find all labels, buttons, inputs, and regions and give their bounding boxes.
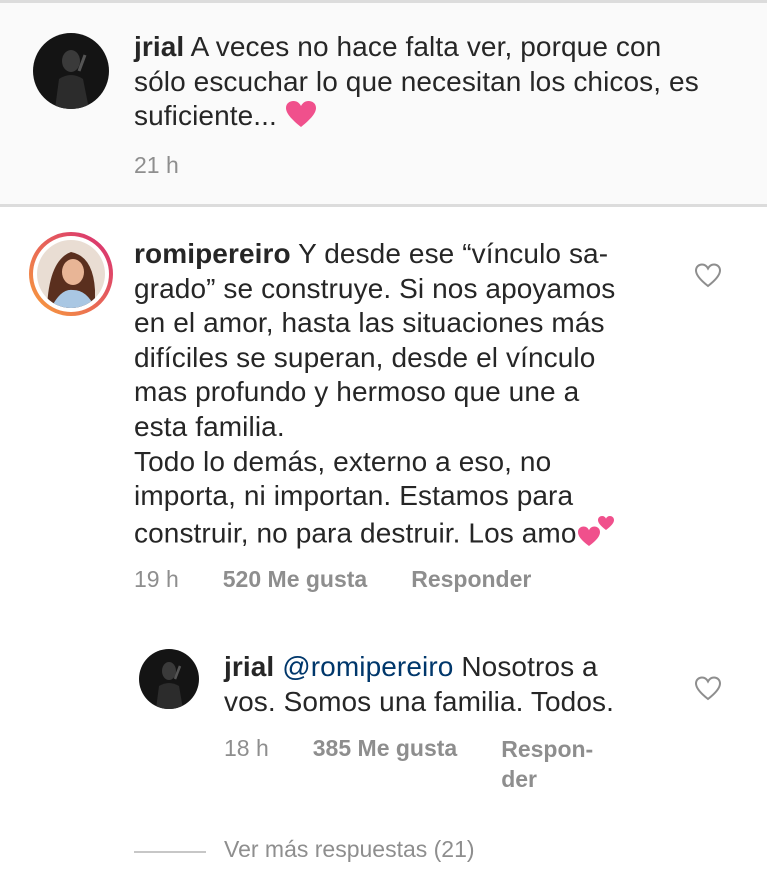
comment-time: 18 h [224, 735, 269, 761]
comment-jrial: jrial A veces no hace falta ver, porque … [134, 30, 704, 136]
top-divider [0, 0, 767, 3]
comment-meta: 19 h 520 Me gusta Responder [134, 566, 531, 593]
comment-username[interactable]: jrial [224, 651, 274, 682]
pink-heart-icon [285, 100, 317, 137]
comment-line: Todo lo demás, externo a eso, no [134, 445, 552, 477]
like-heart-icon[interactable] [694, 675, 722, 701]
reply-label-line: Respon- [501, 736, 594, 762]
comment-line: difíciles se superan, desde el vínculo [134, 341, 596, 373]
reply-button[interactable]: Responder [411, 566, 531, 593]
comment-line: grado” se construye. Si nos apoyamos [134, 272, 616, 304]
comment-username[interactable]: romipereiro [134, 238, 291, 269]
comment-romipereiro: romipereiro Y desde ese “vínculo sa- gra… [134, 237, 694, 556]
comment-line: esta familia. [134, 410, 285, 442]
comment-meta: 18 h 385 Me gusta Respon- der [224, 735, 593, 794]
comment-meta: 21 h [134, 152, 179, 179]
likes-count-button[interactable]: 520 Me gusta [223, 566, 367, 593]
comment-time: 19 h [134, 566, 179, 592]
comment-line: en el amor, hasta las situaciones más [134, 307, 605, 339]
comment-line: vos. Somos una familia. Todos. [224, 685, 615, 717]
comment-username[interactable]: jrial [134, 31, 184, 62]
reply-button[interactable]: Respon- der [501, 734, 593, 794]
avatar-story-ring[interactable] [29, 232, 113, 316]
comment-line: Nosotros a [461, 651, 598, 682]
avatar-jrial[interactable] [139, 649, 199, 709]
comment-line: Y desde ese “vínculo sa- [298, 238, 609, 269]
view-more-divider [134, 851, 206, 853]
comment-line: importa, ni importan. Estamos para [134, 480, 574, 512]
comment-line: mas profundo y hermoso que une a [134, 376, 580, 408]
comment-text: A veces no hace falta ver, porque con só… [134, 31, 699, 132]
two-hearts-icon [577, 514, 617, 557]
view-more-replies-button[interactable]: Ver más respuestas (21) [224, 836, 475, 863]
comment-divider [0, 204, 767, 207]
reply-label-line: der [501, 766, 538, 792]
likes-count-button[interactable]: 385 Me gusta [313, 735, 457, 762]
mention-link[interactable]: @romipereiro [282, 651, 453, 682]
comment-line: construir, no para destruir. Los amo [134, 517, 577, 549]
reply-jrial: jrial @romipereiro Nosotros a vos. Somos… [224, 650, 674, 719]
avatar-romipereiro [37, 240, 105, 308]
like-heart-icon[interactable] [694, 262, 722, 288]
comment-time: 21 h [134, 152, 179, 178]
avatar-jrial[interactable] [33, 33, 109, 109]
